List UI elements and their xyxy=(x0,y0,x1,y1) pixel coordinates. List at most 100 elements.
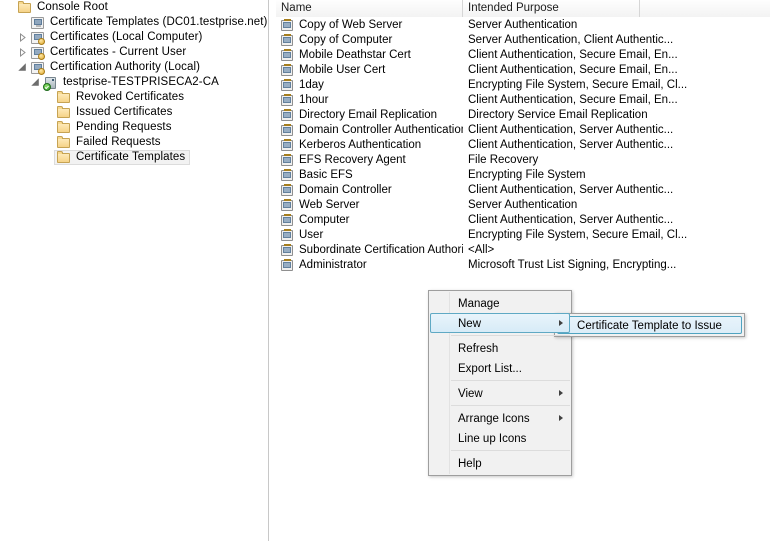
tree-node-pending-requests[interactable]: Pending Requests xyxy=(0,120,268,135)
certificate-template-icon xyxy=(281,168,295,183)
cell-name: Web Server xyxy=(276,198,463,213)
table-row[interactable]: Copy of Computer Server Authentication, C… xyxy=(276,33,770,48)
tree-node-revoked-certificates[interactable]: Revoked Certificates xyxy=(0,90,268,105)
folder-icon xyxy=(56,120,72,136)
certificate-template-icon xyxy=(281,123,295,138)
tree-node-content[interactable]: Certificate Templates xyxy=(54,150,191,165)
tree-node-certification-authority-local[interactable]: Certification Authority (Local) xyxy=(0,60,268,75)
table-row[interactable]: Copy of Web Server Server Authentication xyxy=(276,18,770,33)
table-row[interactable]: Subordinate Certification Authority <All> xyxy=(276,243,770,258)
cell-name: Copy of Computer xyxy=(276,33,463,48)
menu-item-label: Export List... xyxy=(458,363,522,375)
certificate-template-icon xyxy=(281,198,295,213)
menu-separator xyxy=(451,335,570,336)
cell-intended-purpose: Encrypting File System, Secure Email, Cl… xyxy=(468,229,688,241)
tree-node-failed-requests[interactable]: Failed Requests xyxy=(0,135,268,150)
tree-node-content[interactable]: Pending Requests xyxy=(54,120,177,135)
list-column-header: Name Intended Purpose xyxy=(276,0,770,17)
tree-node-content[interactable]: Issued Certificates xyxy=(54,105,178,120)
column-header-filler xyxy=(640,0,770,17)
tree-node-content[interactable]: Certification Authority (Local) xyxy=(28,60,205,75)
template-name-label: EFS Recovery Agent xyxy=(299,154,406,166)
cell-name: Domain Controller xyxy=(276,183,463,198)
submenu-item-certificate-template-to-issue[interactable]: Certificate Template to Issue xyxy=(557,316,742,334)
menu-item-help[interactable]: Help xyxy=(430,453,570,473)
cell-name: Mobile User Cert xyxy=(276,63,463,78)
expand-collapse-icon[interactable] xyxy=(18,48,27,57)
table-row[interactable]: Domain Controller Client Authentication, … xyxy=(276,183,770,198)
expand-collapse-icon[interactable] xyxy=(31,78,40,87)
certificate-template-icon xyxy=(281,108,295,123)
menu-item-label: Arrange Icons xyxy=(458,413,530,425)
tree-node-issued-certificates[interactable]: Issued Certificates xyxy=(0,105,268,120)
tree-node-console-root[interactable]: Console Root xyxy=(0,0,268,15)
template-name-label: User xyxy=(299,229,324,241)
template-name-label: Copy of Web Server xyxy=(299,19,403,31)
cell-intended-purpose: Server Authentication xyxy=(468,199,578,211)
tree-node-content[interactable]: Revoked Certificates xyxy=(54,90,189,105)
template-name-label: Mobile Deathstar Cert xyxy=(299,49,411,61)
certificate-template-icon xyxy=(281,93,295,108)
cell-intended-purpose: Encrypting File System, Secure Email, Cl… xyxy=(468,79,688,91)
tree-node-certificate-templates[interactable]: Certificate Templates xyxy=(0,150,268,165)
tree-node-content[interactable]: Console Root xyxy=(15,0,113,15)
cell-intended-purpose: Client Authentication, Server Authentic.… xyxy=(468,124,674,136)
tree-node-label: Console Root xyxy=(37,1,108,13)
cell-name: Subordinate Certification Authority xyxy=(276,243,463,258)
menu-item-label: New xyxy=(458,318,482,330)
menu-item-export-list[interactable]: Export List... xyxy=(430,358,570,378)
menu-item-new[interactable]: New xyxy=(430,313,570,333)
table-row[interactable]: Directory Email Replication Directory Ser… xyxy=(276,108,770,123)
table-row[interactable]: Mobile User Cert Client Authentication, S… xyxy=(276,63,770,78)
menu-item-label: Manage xyxy=(458,298,500,310)
table-row[interactable]: Basic EFS Encrypting File System xyxy=(276,168,770,183)
certificate-template-icon xyxy=(281,33,295,48)
expand-collapse-icon[interactable] xyxy=(18,63,27,72)
tree-node-content[interactable]: Certificates (Local Computer) xyxy=(28,30,207,45)
template-name-label: Copy of Computer xyxy=(299,34,393,46)
menu-item-line-up-icons[interactable]: Line up Icons xyxy=(430,428,570,448)
table-row[interactable]: Administrator Microsoft Trust List Signin… xyxy=(276,258,770,273)
tree-node-certificate-templates-dc01-testprise-net[interactable]: Certificate Templates (DC01.testprise.ne… xyxy=(0,15,268,30)
menu-item-manage[interactable]: Manage xyxy=(430,293,570,313)
folder-icon xyxy=(56,90,72,106)
menu-item-refresh[interactable]: Refresh xyxy=(430,338,570,358)
context-menu[interactable]: Manage New Refresh Export List... View Arrang… xyxy=(428,290,572,476)
certificate-template-icon xyxy=(281,258,295,273)
cell-intended-purpose: Client Authentication, Secure Email, En.… xyxy=(468,64,678,76)
cell-intended-purpose: Encrypting File System xyxy=(468,169,586,181)
tree-node-content[interactable]: Certificates - Current User xyxy=(28,45,191,60)
table-row[interactable]: 1hour Client Authentication, Secure Email… xyxy=(276,93,770,108)
template-name-label: Subordinate Certification Authority xyxy=(299,244,463,256)
console-tree-pane[interactable]: Console Root Certificate Templates (DC01.… xyxy=(0,0,268,541)
certificate-template-icon xyxy=(281,228,295,243)
table-row[interactable]: Mobile Deathstar Cert Client Authenticati… xyxy=(276,48,770,63)
tree-node-certificates-local-computer[interactable]: Certificates (Local Computer) xyxy=(0,30,268,45)
table-row[interactable]: EFS Recovery Agent File Recovery xyxy=(276,153,770,168)
cell-intended-purpose: Client Authentication, Server Authentic.… xyxy=(468,139,674,151)
tree-node-testprise-testpriseca2-ca[interactable]: testprise-TESTPRISECA2-CA xyxy=(0,75,268,91)
table-row[interactable]: 1day Encrypting File System, Secure Email… xyxy=(276,78,770,93)
column-header-intended-purpose[interactable]: Intended Purpose xyxy=(463,0,640,17)
table-row[interactable]: Web Server Server Authentication xyxy=(276,198,770,213)
expand-collapse-icon[interactable] xyxy=(18,33,27,42)
table-row[interactable]: Kerberos Authentication Client Authentica… xyxy=(276,138,770,153)
menu-item-view[interactable]: View xyxy=(430,383,570,403)
tree-node-certificates-current-user[interactable]: Certificates - Current User xyxy=(0,45,268,60)
tree-node-label: Certificate Templates (DC01.testprise.ne… xyxy=(50,16,268,28)
tree-node-content[interactable]: Certificate Templates (DC01.testprise.ne… xyxy=(28,15,268,30)
tree-node-label: Certificates (Local Computer) xyxy=(50,31,203,43)
table-row[interactable]: Domain Controller Authentication Client A… xyxy=(276,123,770,138)
cell-name: Administrator xyxy=(276,258,463,273)
column-header-name[interactable]: Name xyxy=(276,0,463,17)
cell-intended-purpose: Microsoft Trust List Signing, Encrypting… xyxy=(468,259,677,271)
new-submenu[interactable]: Certificate Template to Issue xyxy=(554,313,745,337)
template-name-label: Kerberos Authentication xyxy=(299,139,422,151)
table-row[interactable]: User Encrypting File System, Secure Email… xyxy=(276,228,770,243)
cell-name: Directory Email Replication xyxy=(276,108,463,123)
table-row[interactable]: Computer Client Authentication, Server Au… xyxy=(276,213,770,228)
menu-item-arrange-icons[interactable]: Arrange Icons xyxy=(430,408,570,428)
tree-node-content[interactable]: testprise-TESTPRISECA2-CA xyxy=(41,75,224,91)
tree-node-content[interactable]: Failed Requests xyxy=(54,135,166,150)
